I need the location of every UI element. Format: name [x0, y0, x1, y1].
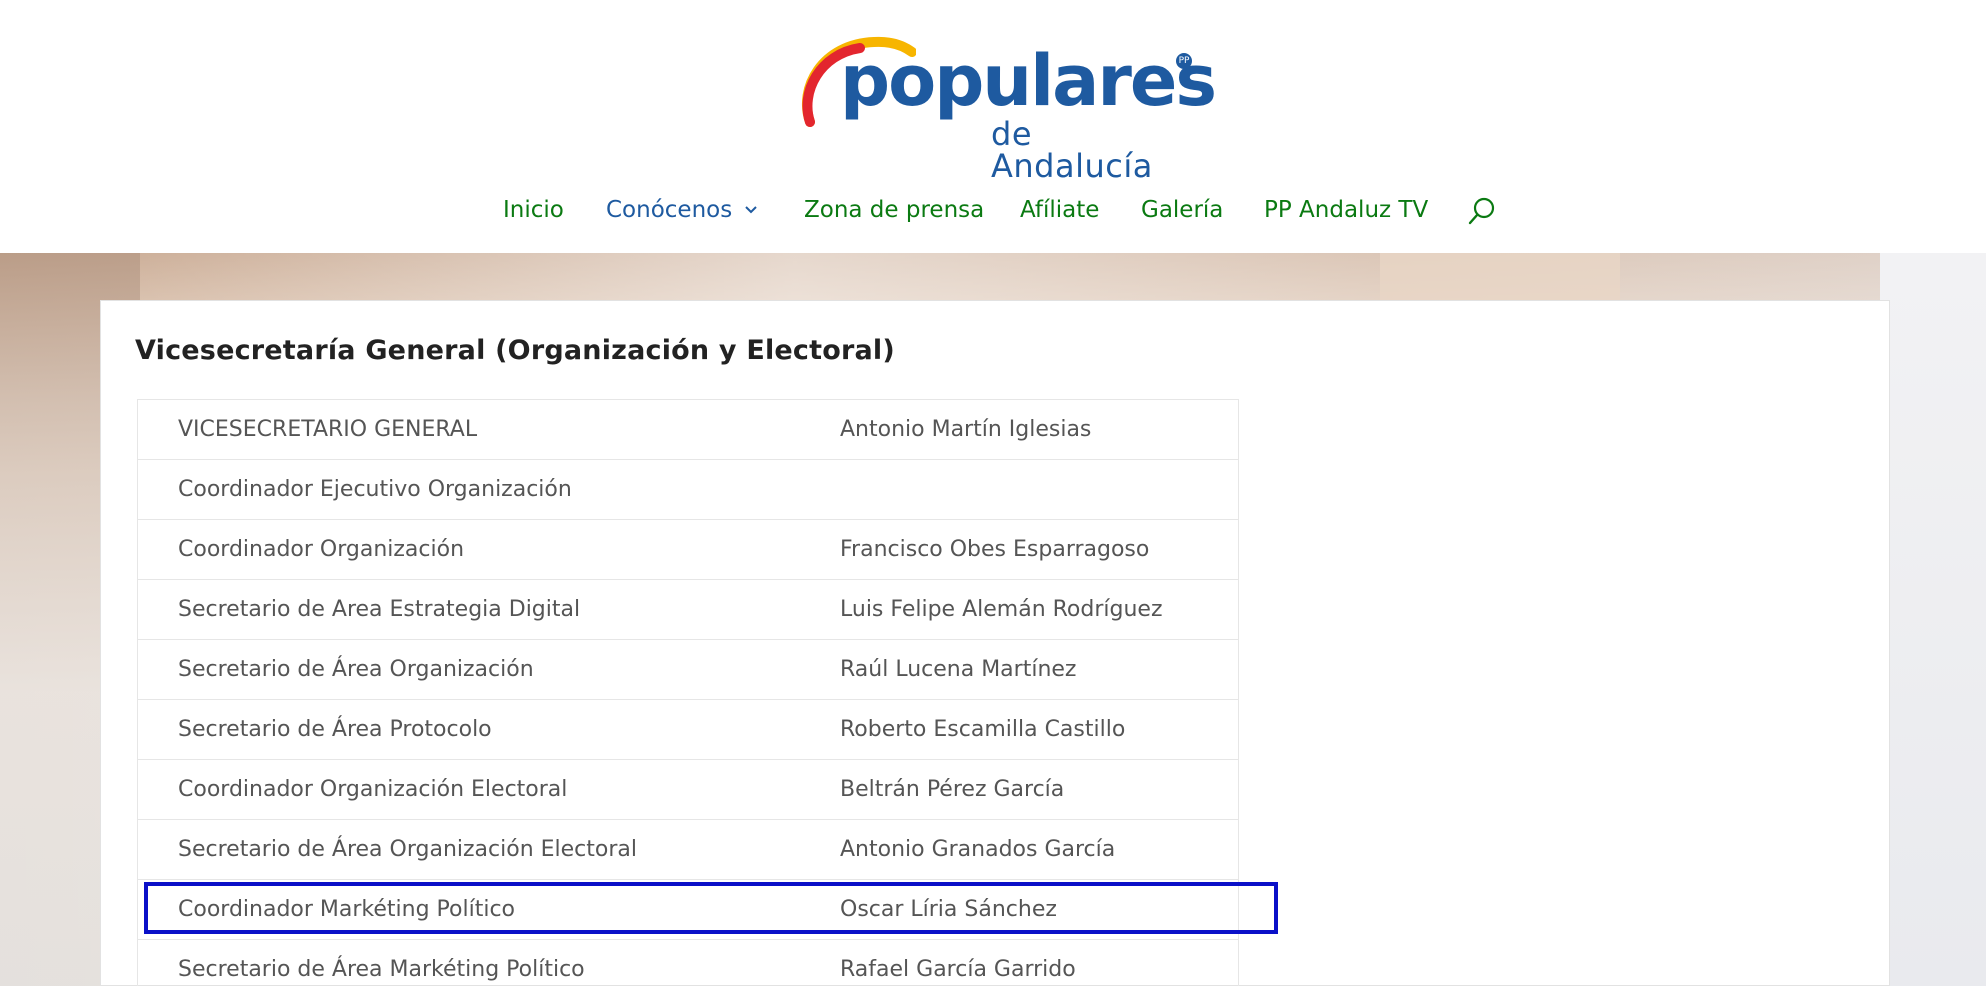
role-cell: Secretario de Área Organización [178, 657, 534, 682]
nav-item-inicio[interactable]: Inicio [503, 190, 564, 230]
name-cell: Antonio Martín Iglesias [840, 417, 1092, 442]
name-cell: Luis Felipe Alemán Rodríguez [840, 597, 1163, 622]
nav-item-galeria[interactable]: Galería [1141, 190, 1223, 230]
logo-wordmark: populares [840, 40, 1217, 122]
name-cell: Roberto Escamilla Castillo [840, 717, 1126, 742]
name-cell: Raúl Lucena Martínez [840, 657, 1077, 682]
background-blur-right [1880, 253, 1986, 986]
site-header: populares PP de Andalucía Inicio Conócen… [0, 0, 1986, 253]
name-cell: Beltrán Pérez García [840, 777, 1065, 802]
main-nav: Inicio Conócenos Zona de prensa Afíliate… [0, 190, 1986, 230]
role-cell: Coordinador Organización Electoral [178, 777, 568, 802]
chevron-down-icon [745, 206, 757, 214]
site-logo[interactable]: populares PP de Andalucía [796, 36, 1217, 182]
role-cell: Secretario de Area Estrategia Digital [178, 597, 581, 622]
logo-subtitle: de Andalucía [991, 115, 1153, 185]
section-title: Vicesecretaría General (Organización y E… [135, 335, 895, 366]
role-cell: VICESECRETARIO GENERAL [178, 417, 478, 442]
table-row: Secretario de Area Estrategia Digital Lu… [138, 580, 1238, 640]
nav-item-pp-andaluz-tv[interactable]: PP Andaluz TV [1264, 190, 1428, 230]
table-row: Coordinador Organización Electoral Beltr… [138, 760, 1238, 820]
role-cell: Secretario de Área Organización Electora… [178, 837, 638, 862]
role-cell: Secretario de Área Protocolo [178, 717, 492, 742]
role-cell: Coordinador Organización [178, 537, 465, 562]
table-row: Secretario de Área Markéting Político Ra… [138, 940, 1238, 986]
table-row: Secretario de Área Organización Raúl Luc… [138, 640, 1238, 700]
name-cell: Rafael García Garrido [840, 957, 1076, 982]
name-cell: Francisco Obes Esparragoso [840, 537, 1150, 562]
table-row: Secretario de Área Organización Electora… [138, 820, 1238, 880]
nav-item-conocenos[interactable]: Conócenos [606, 190, 766, 230]
table-row: Coordinador Ejecutivo Organización [138, 460, 1238, 520]
search-icon[interactable] [1467, 196, 1497, 226]
role-cell: Coordinador Ejecutivo Organización [178, 477, 572, 502]
table-row: Coordinador Organización Francisco Obes … [138, 520, 1238, 580]
table-row: VICESECRETARIO GENERAL Antonio Martín Ig… [138, 400, 1238, 460]
table-row: Secretario de Área Protocolo Roberto Esc… [138, 700, 1238, 760]
nav-item-afiliate[interactable]: Afíliate [1020, 190, 1099, 230]
nav-item-zona-de-prensa[interactable]: Zona de prensa [804, 190, 984, 230]
highlight-box [144, 882, 1278, 934]
role-cell: Secretario de Área Markéting Político [178, 957, 585, 982]
name-cell: Antonio Granados García [840, 837, 1116, 862]
nav-item-label: Conócenos [606, 197, 733, 223]
registered-mark-icon: PP [1176, 53, 1192, 69]
